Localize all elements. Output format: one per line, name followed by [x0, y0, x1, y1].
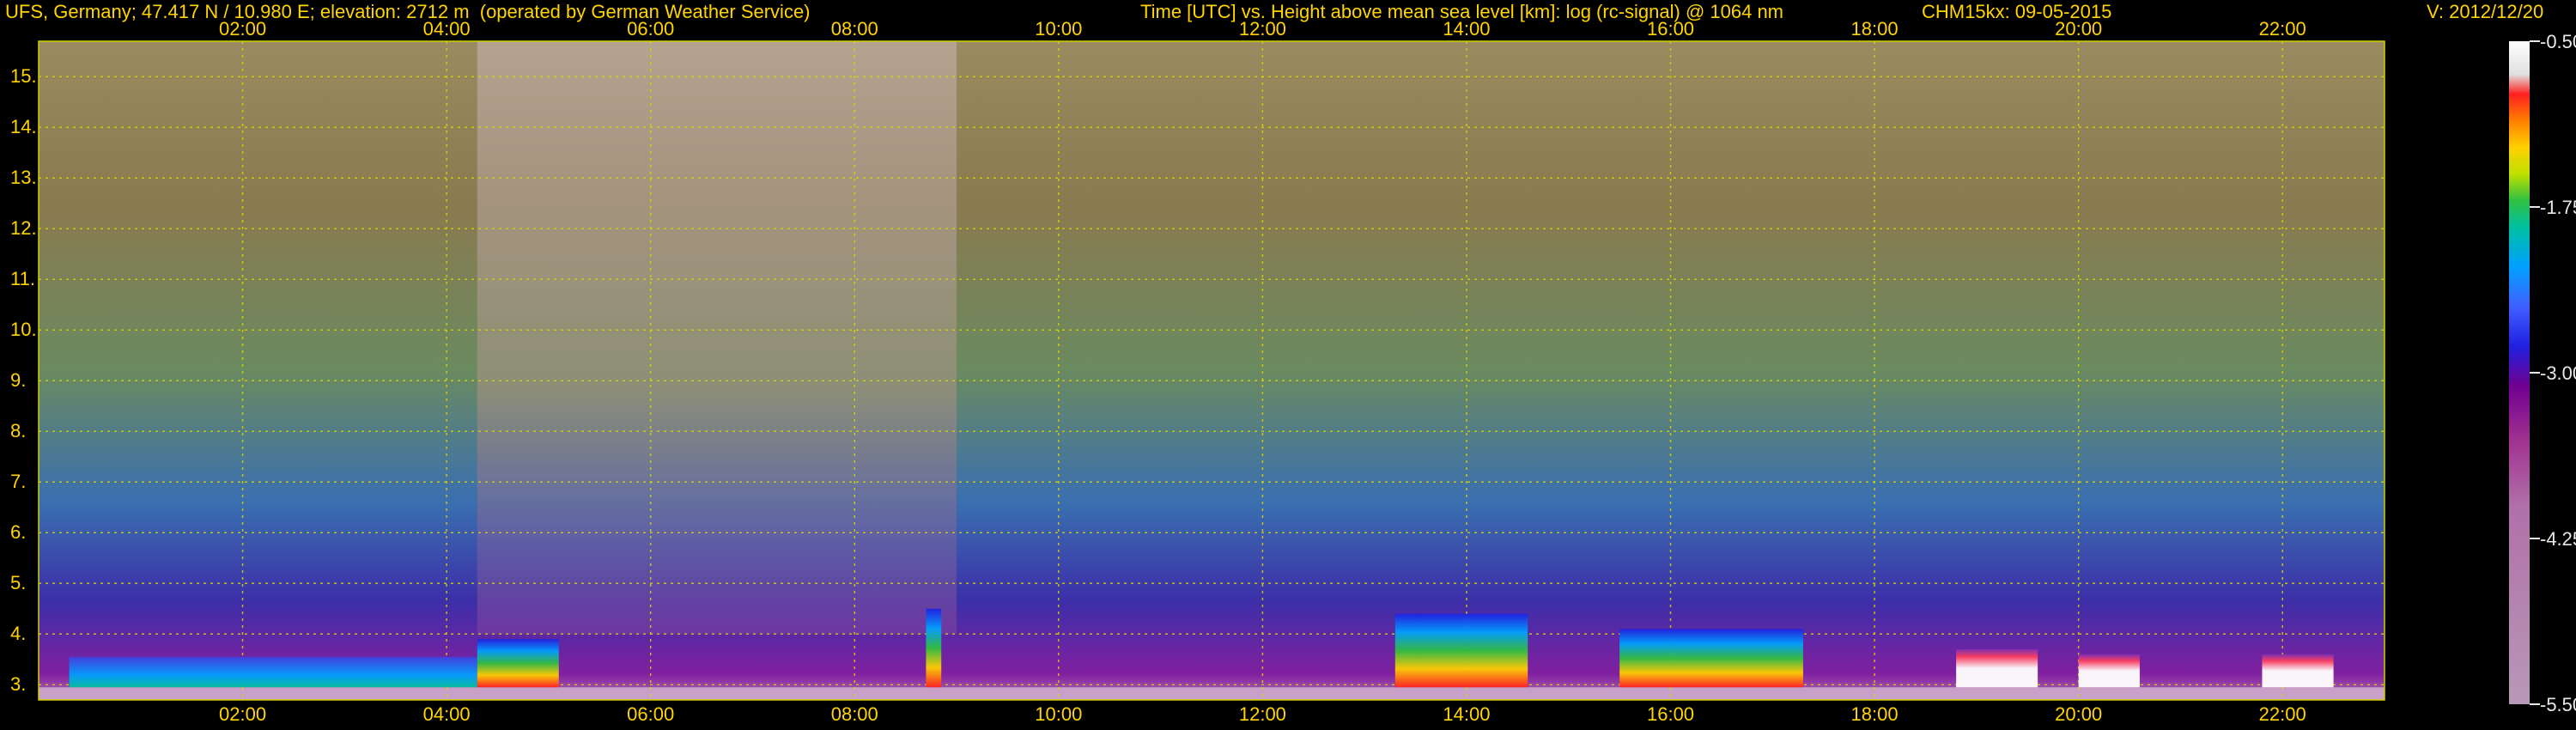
x-tick-bottom: 04:00 [422, 703, 471, 725]
signal-layer-3 [1394, 613, 1528, 688]
noise-band [477, 41, 957, 635]
x-tick-top: 12:00 [1238, 18, 1286, 40]
colorbar-label: -3.00 [2540, 362, 2576, 384]
signal-layer-2 [926, 608, 942, 688]
x-tick-bottom: 22:00 [2258, 703, 2306, 725]
signal-layer-1 [477, 639, 559, 688]
x-tick-bottom: 02:00 [219, 703, 267, 725]
y-tick-label: 9. [10, 369, 27, 392]
y-tick-label: 7. [10, 471, 27, 493]
x-tick-bottom: 08:00 [830, 703, 878, 725]
signal-layer-4 [1619, 629, 1803, 688]
colorbar-label: -0.50 [2540, 31, 2576, 52]
x-tick-top: 04:00 [422, 18, 471, 40]
y-tick-label: 15. [10, 65, 37, 88]
y-tick-label: 13. [10, 167, 37, 189]
x-tick-top: 10:00 [1035, 18, 1083, 40]
y-tick-label: 4. [10, 623, 27, 645]
colorbar-label: -4.25 [2540, 528, 2576, 550]
x-tick-top: 14:00 [1443, 18, 1491, 40]
y-tick-label: 11. [10, 268, 35, 290]
y-tick-label: 5. [10, 572, 27, 594]
x-tick-bottom: 14:00 [1443, 703, 1491, 725]
x-tick-top: 18:00 [1850, 18, 1899, 40]
x-tick-top: 06:00 [627, 18, 675, 40]
y-tick-label: 12. [10, 217, 37, 240]
y-tick-label: 3. [10, 673, 27, 696]
x-tick-bottom: 16:00 [1646, 703, 1695, 725]
x-tick-top: 20:00 [2055, 18, 2103, 40]
ground-band [39, 687, 2385, 700]
y-tick-label: 10. [10, 319, 37, 341]
signal-layer-6 [2078, 654, 2140, 688]
x-tick-top: 02:00 [219, 18, 267, 40]
y-tick-label: 14. [10, 116, 37, 138]
no-data-area [2385, 41, 2486, 700]
signal-layer-0 [69, 656, 477, 688]
x-tick-bottom: 20:00 [2055, 703, 2103, 725]
x-tick-top: 08:00 [830, 18, 878, 40]
lidar-heatmap-chart: -0.50 -1.75 -3.00 -4.25 -5.50 [38, 31, 2576, 715]
x-tick-bottom: 18:00 [1850, 703, 1899, 725]
signal-layer-7 [2262, 654, 2334, 688]
x-tick-bottom: 06:00 [627, 703, 675, 725]
colorbar-label: -1.75 [2540, 197, 2576, 218]
signal-layer-5 [1956, 649, 2038, 688]
x-tick-top: 22:00 [2258, 18, 2306, 40]
x-tick-bottom: 12:00 [1238, 703, 1286, 725]
colorbar [2509, 41, 2530, 704]
y-tick-label: 6. [10, 521, 27, 544]
colorbar-label: -5.50 [2540, 694, 2576, 715]
x-tick-top: 16:00 [1646, 18, 1695, 40]
x-tick-bottom: 10:00 [1035, 703, 1083, 725]
y-tick-label: 8. [10, 420, 27, 442]
plot-background [39, 41, 2385, 700]
